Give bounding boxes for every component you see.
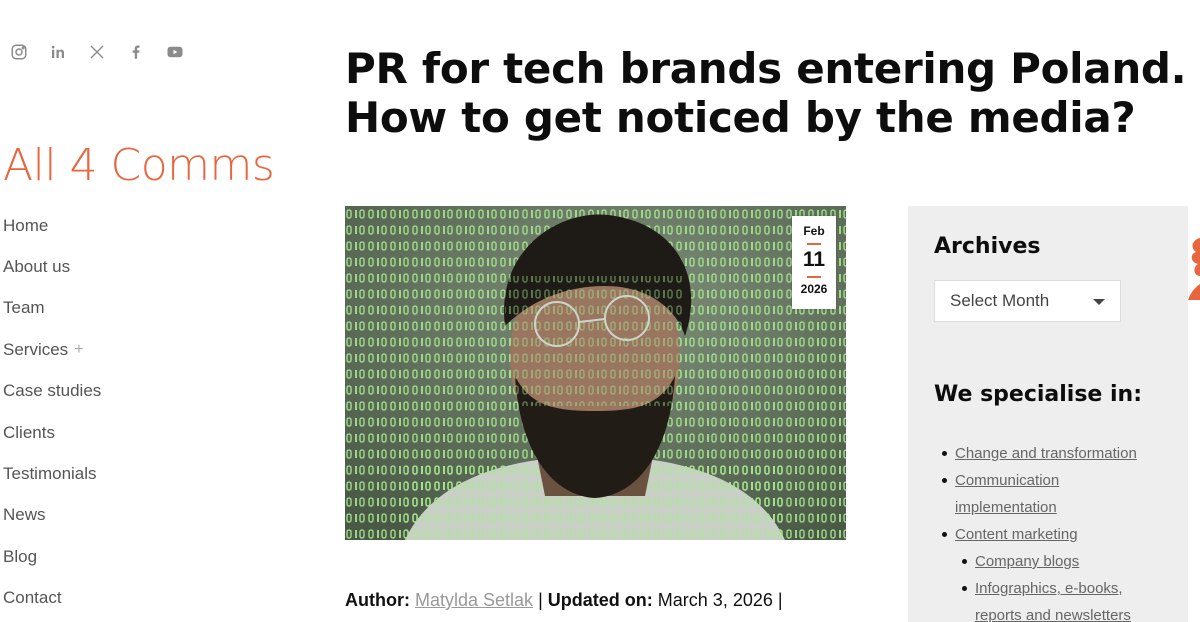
specialise-heading: We specialise in: (934, 382, 1143, 407)
nav-label: Clients (3, 422, 55, 442)
title-line-2: How to get noticed by the media? (345, 93, 1136, 142)
updated-label: Updated on: (547, 590, 653, 610)
date-year: 2026 (800, 282, 828, 296)
meta-separator: | (538, 590, 543, 610)
article-hero-image (345, 206, 846, 540)
updated-date: March 3, 2026 (657, 590, 773, 610)
youtube-icon[interactable] (166, 42, 205, 62)
specialise-link-company-blogs[interactable]: Company blogs (975, 553, 1079, 570)
date-divider (807, 276, 821, 278)
nav-label: Services (3, 339, 69, 359)
list-item: Company blogs (934, 548, 1174, 575)
nav-item-testimonials[interactable]: Testimonials (3, 453, 101, 494)
nav-item-team[interactable]: Team (3, 288, 101, 329)
specialise-link-communication-cont[interactable]: implementation (955, 499, 1057, 516)
author-label: Author: (345, 590, 410, 610)
nav-label: About us (3, 257, 71, 277)
expand-plus-icon[interactable]: + (74, 341, 83, 359)
list-item: Communication implementation (934, 467, 1174, 521)
specialise-link-communication[interactable]: Communication (955, 472, 1059, 489)
specialise-link-content-marketing[interactable]: Content marketing (955, 526, 1078, 543)
specialise-link-infographics[interactable]: Infographics, e-books, (975, 580, 1123, 597)
nav-item-case-studies[interactable]: Case studies (3, 371, 101, 412)
nav-item-blog[interactable]: Blog (3, 536, 101, 577)
date-divider (807, 243, 821, 245)
title-line-1: PR for tech brands entering Poland. (345, 44, 1187, 93)
x-icon[interactable] (88, 42, 127, 62)
date-month: Feb (803, 224, 825, 238)
nav-item-home[interactable]: Home (3, 205, 101, 246)
article-title: PR for tech brands entering Poland. How … (345, 44, 1195, 142)
nav-label: Testimonials (3, 464, 97, 484)
nav-item-news[interactable]: News (3, 495, 101, 536)
specialise-list: Change and transformation Communication i… (934, 440, 1174, 622)
nav-label: Blog (3, 546, 38, 566)
date-day: 11 (802, 248, 826, 271)
nav-label: Home (3, 215, 49, 235)
list-item: Change and transformation (934, 440, 1174, 467)
nav-item-contact[interactable]: Contact (3, 578, 101, 619)
nav-label: Contact (3, 588, 62, 608)
sidebar: Archives Select Month We specialise in: … (908, 206, 1188, 622)
decorative-flower-icon (1188, 238, 1200, 300)
social-icons (10, 42, 205, 62)
nav-item-clients[interactable]: Clients (3, 412, 101, 453)
meta-separator: | (777, 590, 783, 610)
site-logo[interactable]: All 4 Comms (3, 140, 275, 191)
nav-label: News (3, 505, 46, 525)
facebook-icon[interactable] (127, 42, 166, 62)
article-meta: Author: Matylda Setlak | Updated on: Mar… (345, 590, 783, 611)
date-badge: Feb 11 2026 (792, 216, 836, 309)
nav-label: Team (3, 298, 45, 318)
nav-label: Case studies (3, 381, 102, 401)
specialise-link-change-transformation[interactable]: Change and transformation (955, 445, 1137, 462)
select-value: Select Month (950, 291, 1050, 310)
list-item: Content marketing (934, 521, 1174, 548)
archives-month-select[interactable]: Select Month (934, 280, 1121, 322)
list-item: Infographics, e-books, reports and newsle… (934, 575, 1174, 622)
archives-heading: Archives (934, 234, 1041, 259)
main-nav: Home About us Team Services + Case studie… (3, 205, 101, 619)
author-link[interactable]: Matylda Setlak (415, 590, 533, 610)
instagram-icon[interactable] (10, 42, 49, 62)
specialise-link-infographics-cont[interactable]: reports and newsletters (975, 607, 1131, 622)
linkedin-icon[interactable] (49, 42, 88, 62)
nav-item-about-us[interactable]: About us (3, 246, 101, 287)
nav-item-services[interactable]: Services + (3, 329, 101, 370)
chevron-down-icon (1093, 299, 1105, 305)
